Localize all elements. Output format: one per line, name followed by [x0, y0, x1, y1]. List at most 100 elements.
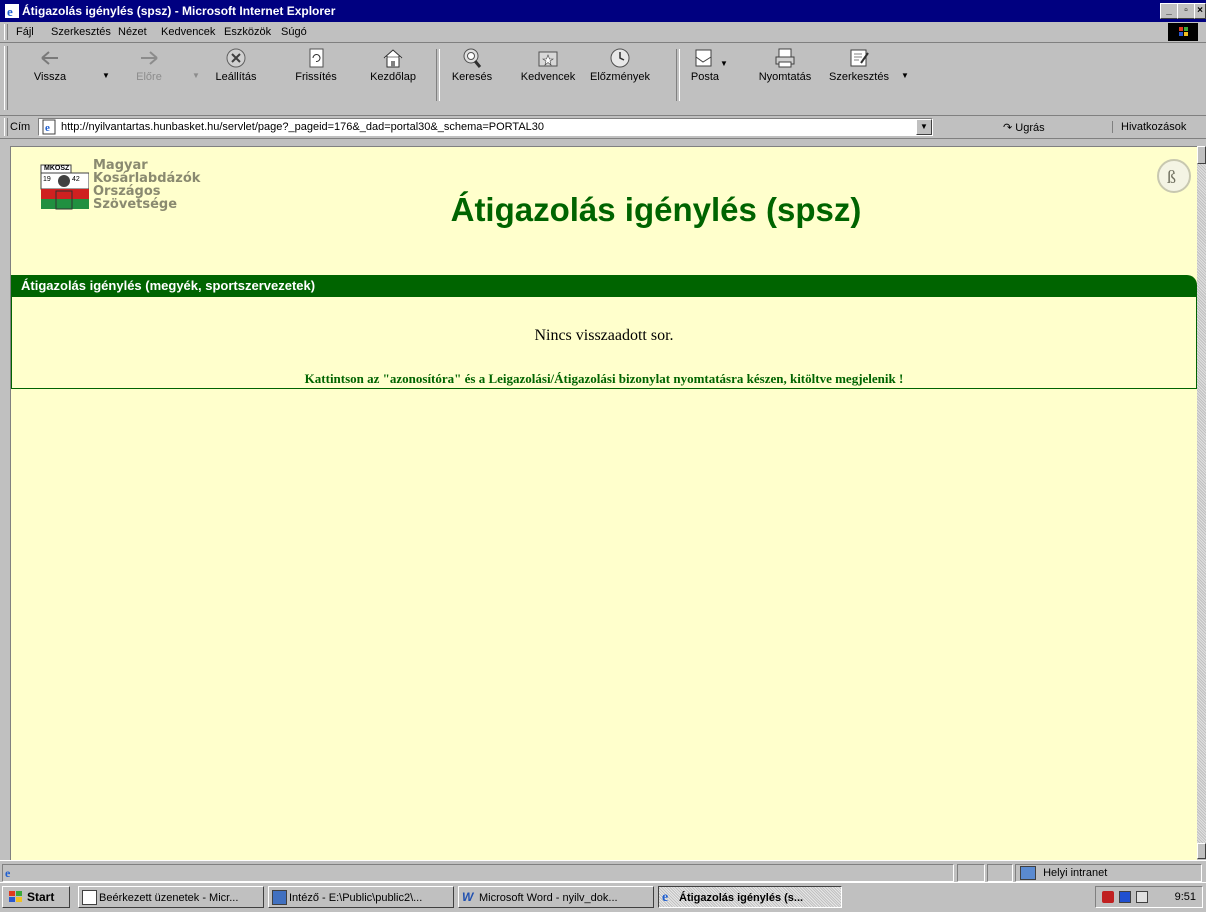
- windows-logo-icon: [1168, 23, 1198, 41]
- go-label: Ugrás: [1015, 122, 1045, 134]
- zone-label: Helyi intranet: [1043, 867, 1108, 879]
- task-label: Microsoft Word - nyilv_dok...: [479, 892, 618, 904]
- toolbar-grip[interactable]: [4, 46, 8, 110]
- home-button[interactable]: Kezdőlap: [363, 47, 423, 83]
- svg-text:e: e: [7, 4, 13, 19]
- links-button[interactable]: Hivatkozások: [1112, 121, 1186, 133]
- address-label: Cím: [10, 121, 31, 133]
- refresh-icon: [309, 48, 324, 68]
- favorites-label: Kedvencek: [520, 71, 576, 83]
- edit-page-icon: [850, 49, 869, 67]
- zone-pane: Helyi intranet: [1015, 864, 1202, 882]
- close-button[interactable]: ×: [1194, 3, 1206, 19]
- antivirus-icon[interactable]: [1102, 891, 1114, 903]
- address-dropdown-icon[interactable]: ▼: [916, 119, 932, 135]
- word-icon: W: [462, 890, 474, 904]
- task-label: Átigazolás igénylés (s...: [679, 892, 804, 904]
- mail-label: Posta: [690, 71, 720, 83]
- scroll-up-button[interactable]: [1197, 146, 1206, 164]
- window-title: Átigazolás igénylés (spsz) - Microsoft I…: [22, 4, 336, 18]
- home-icon: [383, 49, 403, 68]
- menu-tools[interactable]: Eszközök: [224, 26, 271, 38]
- address-bar: Cím e http://nyilvantartas.hunbasket.hu/…: [0, 116, 1206, 139]
- task-label: Beérkezett üzenetek - Micr...: [99, 892, 239, 904]
- stop-label: Leállítás: [215, 71, 257, 83]
- system-tray: 9:51: [1095, 886, 1203, 908]
- svg-text:ß: ß: [1167, 167, 1176, 187]
- back-dropdown-icon[interactable]: ▼: [102, 71, 110, 80]
- favorites-button[interactable]: Kedvencek: [515, 47, 581, 83]
- status-pane: [987, 864, 1013, 882]
- minimize-button[interactable]: _: [1160, 3, 1178, 19]
- page-content: MKOSZ 19 42 Magyar Kosárlabdázók Országo…: [10, 146, 1197, 860]
- standard-toolbar: Vissza ▼ Előre ▼ Leállítás Frissítés Kez…: [0, 43, 1206, 116]
- forward-label: Előre: [136, 71, 162, 83]
- printer-icon: [775, 48, 795, 68]
- logo-year-right: 42: [72, 176, 80, 183]
- history-label: Előzmények: [590, 71, 650, 83]
- svg-text:e: e: [45, 122, 50, 134]
- ie-icon: e: [662, 890, 669, 905]
- task-ie-active[interactable]: e Átigazolás igénylés (s...: [658, 886, 842, 908]
- menu-edit[interactable]: Szerkesztés: [51, 26, 111, 38]
- edit-dropdown-icon[interactable]: ▼: [901, 71, 909, 80]
- menu-file[interactable]: Fájl: [16, 26, 34, 38]
- monitor-icon[interactable]: [1119, 891, 1131, 903]
- forward-dropdown-icon[interactable]: ▼: [192, 71, 200, 80]
- maximize-button[interactable]: ▫: [1177, 3, 1195, 19]
- ie-icon: e: [5, 4, 19, 19]
- print-label: Nyomtatás: [758, 71, 812, 83]
- edit-button[interactable]: Szerkesztés: [824, 47, 894, 83]
- task-word[interactable]: W Microsoft Word - nyilv_dok...: [458, 886, 654, 908]
- taskbar: Start Beérkezett üzenetek - Micr... Inté…: [0, 882, 1206, 912]
- logo-year-left: 19: [43, 176, 51, 183]
- stop-button[interactable]: Leállítás: [206, 47, 266, 83]
- task-explorer[interactable]: Intéző - E:\Public\public2\...: [268, 886, 454, 908]
- menu-grip[interactable]: [4, 24, 8, 40]
- status-text-pane: e: [2, 864, 954, 882]
- task-label: Intéző - E:\Public\public2\...: [289, 892, 423, 904]
- no-rows-message: Nincs visszaadott sor.: [534, 327, 674, 344]
- task-outlook[interactable]: Beérkezett üzenetek - Micr...: [78, 886, 264, 908]
- status-bar: e Helyi intranet: [0, 860, 1206, 882]
- hint-text: Kattintson az "azonosítóra" és a Leigazo…: [304, 371, 904, 386]
- scroll-down-button[interactable]: [1197, 843, 1206, 859]
- mail-dropdown-icon[interactable]: ▼: [720, 59, 728, 68]
- address-url: http://nyilvantartas.hunbasket.hu/servle…: [61, 121, 545, 133]
- menu-view[interactable]: Nézet: [118, 26, 147, 38]
- portlet-body: Nincs visszaadott sor. Kattintson az "az…: [11, 297, 1197, 389]
- back-button[interactable]: Vissza: [26, 47, 74, 83]
- refresh-button[interactable]: Frissítés: [286, 47, 346, 83]
- stop-icon: [226, 48, 246, 68]
- intranet-icon: [1020, 866, 1036, 881]
- forward-button[interactable]: Előre: [125, 47, 173, 83]
- clock[interactable]: 9:51: [1175, 891, 1196, 903]
- toolbar-separator: [676, 49, 680, 101]
- print-button[interactable]: Nyomtatás: [752, 47, 818, 83]
- svg-text:e: e: [5, 866, 11, 879]
- history-button[interactable]: Előzmények: [580, 47, 660, 83]
- start-button[interactable]: Start: [2, 886, 70, 908]
- inbox-icon: [82, 890, 97, 905]
- portlet-header: Átigazolás igénylés (megyék, sportszerve…: [11, 275, 1197, 297]
- menu-bar: Fájl Szerkesztés Nézet Kedvencek Eszközö…: [0, 22, 1206, 43]
- windows-flag-icon: [9, 891, 22, 902]
- search-icon: [463, 48, 482, 68]
- edit-label: Szerkesztés: [829, 71, 889, 83]
- menu-help[interactable]: Súgó: [281, 26, 307, 38]
- back-label: Vissza: [33, 71, 67, 83]
- vertical-scrollbar[interactable]: [1197, 146, 1206, 859]
- go-button[interactable]: ↷ Ugrás: [1003, 121, 1045, 134]
- mail-icon: [695, 49, 712, 67]
- search-button[interactable]: Keresés: [446, 47, 498, 83]
- address-input[interactable]: e http://nyilvantartas.hunbasket.hu/serv…: [38, 118, 933, 136]
- network-icon[interactable]: [1136, 891, 1148, 903]
- ie-page-icon: e: [5, 866, 11, 880]
- help-icon[interactable]: ß: [1157, 159, 1191, 193]
- menu-favorites[interactable]: Kedvencek: [161, 26, 215, 38]
- go-arrow-icon: ↷: [1003, 122, 1013, 134]
- title-bar[interactable]: e Átigazolás igénylés (spsz) - Microsoft…: [0, 0, 1206, 22]
- address-grip[interactable]: [4, 118, 8, 136]
- page-title: Átigazolás igénylés (spsz): [450, 191, 862, 228]
- forward-arrow-icon: [141, 51, 158, 65]
